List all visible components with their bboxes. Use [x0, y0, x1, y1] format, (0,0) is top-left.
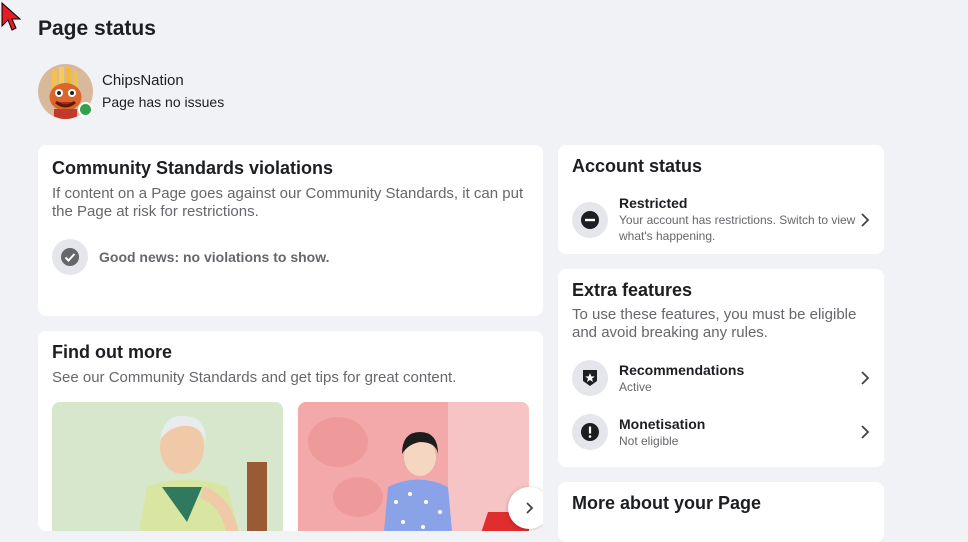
extra-features-card: Extra features To use these features, yo…: [558, 269, 884, 467]
find-out-more-description: See our Community Standards and get tips…: [52, 369, 457, 386]
profile-name[interactable]: ChipsNation: [102, 71, 224, 91]
chevron-right-icon: [856, 212, 870, 228]
violations-card: Community Standards violations If conten…: [38, 145, 543, 316]
avatar[interactable]: [38, 64, 93, 119]
restricted-title: Restricted: [619, 195, 688, 211]
extra-features-title: Extra features: [572, 280, 693, 300]
violations-title: Community Standards violations: [52, 158, 334, 178]
account-status-title: Account status: [572, 156, 703, 176]
page-title: Page status: [38, 17, 156, 40]
recommendations-status: Active: [619, 379, 652, 394]
more-about-page-card: More about your Page: [558, 482, 884, 542]
more-about-page-title: More about your Page: [572, 493, 762, 513]
monetisation-title: Monetisation: [619, 415, 706, 432]
tips-card-image-1[interactable]: [52, 402, 283, 531]
tips-card-image-2[interactable]: [298, 402, 529, 531]
exclamation-circle-icon: [572, 414, 608, 450]
good-news-row: Good news: no violations to show.: [52, 239, 529, 275]
chevron-right-icon: [856, 424, 870, 440]
profile-header: ChipsNation Page has no issues: [38, 64, 224, 119]
monetisation-status: Not eligible: [619, 433, 679, 448]
extra-features-description: To use these features, you must be eligi…: [572, 306, 857, 341]
recommendations-row[interactable]: Recommendations Active: [572, 360, 870, 396]
violations-description: If content on a Page goes against our Co…: [52, 185, 524, 220]
check-circle-icon: [52, 239, 88, 275]
chevron-right-icon: [856, 370, 870, 386]
online-status-dot: [78, 102, 93, 117]
recommendations-title: Recommendations: [619, 361, 745, 378]
monetisation-row[interactable]: Monetisation Not eligible: [572, 414, 870, 450]
chevron-right-icon: [526, 502, 534, 514]
find-out-more-card: Find out more See our Community Standard…: [38, 331, 543, 531]
good-news-text: Good news: no violations to show.: [99, 249, 330, 265]
restricted-row[interactable]: Restricted Your account has restrictions…: [572, 195, 870, 244]
find-out-more-title: Find out more: [52, 342, 172, 362]
minus-circle-icon: [572, 201, 608, 238]
cursor-icon: [1, 2, 22, 31]
account-status-card: Account status Restricted Your account h…: [558, 145, 884, 254]
carousel-next-button[interactable]: [508, 487, 543, 529]
profile-status: Page has no issues: [102, 94, 225, 110]
restricted-subtitle: Your account has restrictions. Switch to…: [619, 213, 856, 243]
shield-star-icon: [572, 360, 608, 396]
